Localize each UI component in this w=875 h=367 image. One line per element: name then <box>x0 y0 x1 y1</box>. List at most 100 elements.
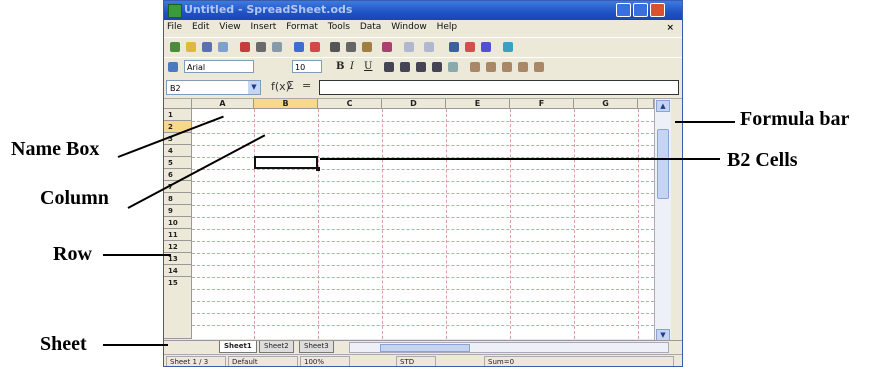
close-document-icon[interactable]: × <box>666 23 674 33</box>
tab-sheet2[interactable]: Sheet2 <box>259 341 294 353</box>
vertical-scroll-thumb[interactable] <box>657 129 669 199</box>
print-icon[interactable] <box>256 42 266 52</box>
pdf-export-icon[interactable] <box>240 42 250 52</box>
bold-button[interactable]: B <box>336 61 344 72</box>
callout-sheet: Sheet <box>40 333 87 355</box>
row-header[interactable]: 9 <box>164 205 192 217</box>
column-header-a[interactable]: A <box>192 99 254 109</box>
row-header[interactable]: 11 <box>164 229 192 241</box>
merge-cells-icon[interactable] <box>448 62 458 72</box>
paste-icon[interactable] <box>362 42 372 52</box>
leader-sheet <box>103 344 168 346</box>
align-left-icon[interactable] <box>384 62 394 72</box>
font-name-select[interactable]: Arial <box>184 60 254 73</box>
status-mode[interactable]: STD <box>396 356 436 366</box>
column-header-b[interactable]: B <box>254 99 318 109</box>
leader-b2-cells <box>320 158 720 160</box>
row-header[interactable]: 1 <box>164 109 192 121</box>
row-header[interactable]: 15 <box>164 277 192 339</box>
add-decimal-icon[interactable] <box>502 62 512 72</box>
remove-decimal-icon[interactable] <box>518 62 528 72</box>
new-document-icon[interactable] <box>170 42 180 52</box>
gridline <box>192 193 654 194</box>
column-header-e[interactable]: E <box>446 99 510 109</box>
row-header[interactable]: 8 <box>164 193 192 205</box>
menu-window[interactable]: Window <box>391 22 427 32</box>
active-cell-b2[interactable] <box>254 156 318 169</box>
format-paintbrush-icon[interactable] <box>382 42 392 52</box>
underline-button[interactable]: U <box>364 61 372 72</box>
menu-insert[interactable]: Insert <box>250 22 276 32</box>
tab-sheet3[interactable]: Sheet3 <box>299 341 334 353</box>
currency-format-icon[interactable] <box>470 62 480 72</box>
callout-b2-cells: B2 Cells <box>727 149 798 171</box>
row-header[interactable]: 5 <box>164 157 192 169</box>
function-icon[interactable]: = <box>302 79 311 92</box>
tab-sheet1[interactable]: Sheet1 <box>219 341 257 353</box>
status-sheet: Sheet 1 / 3 <box>166 356 226 366</box>
menu-file[interactable]: File <box>167 22 182 32</box>
menu-view[interactable]: View <box>219 22 240 32</box>
column-header-d[interactable]: D <box>382 99 446 109</box>
chart-icon[interactable] <box>503 42 513 52</box>
name-box[interactable]: B2 ▼ <box>166 80 261 95</box>
menu-data[interactable]: Data <box>360 22 382 32</box>
print-preview-icon[interactable] <box>272 42 282 52</box>
autospell-icon[interactable] <box>310 42 320 52</box>
menu-tools[interactable]: Tools <box>328 22 350 32</box>
standard-toolbar <box>164 37 682 58</box>
close-button[interactable] <box>650 3 665 17</box>
column-header-g[interactable]: G <box>574 99 638 109</box>
menu-help[interactable]: Help <box>437 22 458 32</box>
row-header[interactable]: 4 <box>164 145 192 157</box>
justify-icon[interactable] <box>432 62 442 72</box>
gridline <box>382 109 383 339</box>
percent-format-icon[interactable] <box>486 62 496 72</box>
status-zoom[interactable]: 100% <box>300 356 350 366</box>
tab-navigation-icon[interactable] <box>166 342 216 353</box>
font-size-select[interactable]: 10 <box>292 60 322 73</box>
row-header[interactable]: 14 <box>164 265 192 277</box>
open-folder-icon[interactable] <box>186 42 196 52</box>
minimize-button[interactable] <box>616 3 631 17</box>
chevron-down-icon[interactable]: ▼ <box>248 81 260 94</box>
row-header[interactable]: 12 <box>164 241 192 253</box>
select-all-corner[interactable] <box>164 99 192 109</box>
row-header[interactable]: 10 <box>164 217 192 229</box>
column-header-h[interactable] <box>638 99 654 109</box>
align-center-icon[interactable] <box>400 62 410 72</box>
column-header-f[interactable]: F <box>510 99 574 109</box>
leader-formula-bar <box>675 121 735 123</box>
spellcheck-icon[interactable] <box>294 42 304 52</box>
copy-icon[interactable] <box>346 42 356 52</box>
horizontal-scrollbar[interactable] <box>349 342 669 353</box>
cut-icon[interactable] <box>330 42 340 52</box>
callout-formula-bar: Formula bar <box>740 108 850 130</box>
italic-button[interactable]: I <box>350 61 354 72</box>
callout-column: Column <box>40 187 109 209</box>
column-header-c[interactable]: C <box>318 99 382 109</box>
maximize-button[interactable] <box>633 3 648 17</box>
styles-icon[interactable] <box>168 62 178 72</box>
menu-edit[interactable]: Edit <box>192 22 209 32</box>
callout-name-box: Name Box <box>11 138 100 160</box>
gridline <box>192 277 654 278</box>
hyperlink-icon[interactable] <box>449 42 459 52</box>
redo-icon[interactable] <box>424 42 434 52</box>
align-right-icon[interactable] <box>416 62 426 72</box>
cell-grid[interactable]: A B C D E F G 1 2 3 4 5 6 7 8 9 10 11 12… <box>164 99 654 339</box>
sum-icon[interactable]: Σ <box>287 79 294 92</box>
indent-icon[interactable] <box>534 62 544 72</box>
scroll-up-icon[interactable]: ▲ <box>656 100 670 112</box>
gridline <box>446 109 447 339</box>
vertical-scrollbar[interactable]: ▲ ▼ <box>654 99 671 344</box>
horizontal-scroll-thumb[interactable] <box>380 344 470 352</box>
save-icon[interactable] <box>202 42 212 52</box>
sort-descending-icon[interactable] <box>481 42 491 52</box>
formula-input[interactable] <box>319 80 679 95</box>
sort-ascending-icon[interactable] <box>465 42 475 52</box>
undo-icon[interactable] <box>404 42 414 52</box>
fill-handle[interactable] <box>316 167 320 171</box>
menu-format[interactable]: Format <box>286 22 318 32</box>
email-icon[interactable] <box>218 42 228 52</box>
